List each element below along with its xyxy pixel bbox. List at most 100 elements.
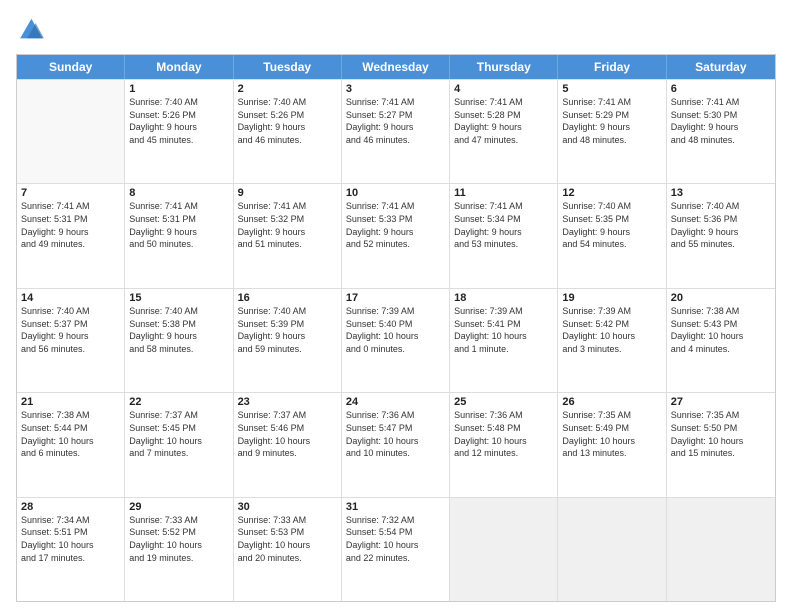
cell-info: Sunset: 5:31 PM <box>129 214 228 226</box>
empty-cell <box>17 80 125 183</box>
calendar-header: SundayMondayTuesdayWednesdayThursdayFrid… <box>17 55 775 79</box>
day-number: 20 <box>671 292 771 304</box>
cell-info: Sunrise: 7:35 AM <box>562 410 661 422</box>
cell-info: Sunrise: 7:39 AM <box>562 306 661 318</box>
cell-info: Sunrise: 7:40 AM <box>671 201 771 213</box>
day-number: 6 <box>671 83 771 95</box>
day-header-thursday: Thursday <box>450 55 558 79</box>
cell-info: Sunset: 5:37 PM <box>21 319 120 331</box>
cell-info: Sunset: 5:36 PM <box>671 214 771 226</box>
daylight-line2: and 1 minute. <box>454 344 553 356</box>
day-number: 18 <box>454 292 553 304</box>
day-number: 1 <box>129 83 228 95</box>
cell-info: Sunset: 5:48 PM <box>454 423 553 435</box>
daylight-line1: Daylight: 10 hours <box>346 540 445 552</box>
day-cell-7: 7Sunrise: 7:41 AMSunset: 5:31 PMDaylight… <box>17 184 125 287</box>
day-number: 19 <box>562 292 661 304</box>
cell-info: Sunrise: 7:41 AM <box>238 201 337 213</box>
daylight-line2: and 15 minutes. <box>671 448 771 460</box>
daylight-line2: and 48 minutes. <box>562 135 661 147</box>
cell-info: Sunrise: 7:41 AM <box>129 201 228 213</box>
cell-info: Sunset: 5:38 PM <box>129 319 228 331</box>
day-cell-6: 6Sunrise: 7:41 AMSunset: 5:30 PMDaylight… <box>667 80 775 183</box>
cell-info: Sunset: 5:31 PM <box>21 214 120 226</box>
day-number: 7 <box>21 187 120 199</box>
cell-info: Sunrise: 7:32 AM <box>346 515 445 527</box>
day-cell-27: 27Sunrise: 7:35 AMSunset: 5:50 PMDayligh… <box>667 393 775 496</box>
cell-info: Sunrise: 7:39 AM <box>346 306 445 318</box>
daylight-line1: Daylight: 10 hours <box>129 540 228 552</box>
daylight-line1: Daylight: 10 hours <box>21 436 120 448</box>
daylight-line2: and 22 minutes. <box>346 553 445 565</box>
day-number: 27 <box>671 396 771 408</box>
daylight-line1: Daylight: 10 hours <box>562 436 661 448</box>
cell-info: Sunrise: 7:34 AM <box>21 515 120 527</box>
cell-info: Sunrise: 7:36 AM <box>346 410 445 422</box>
calendar-row-3: 14Sunrise: 7:40 AMSunset: 5:37 PMDayligh… <box>17 288 775 392</box>
calendar-row-4: 21Sunrise: 7:38 AMSunset: 5:44 PMDayligh… <box>17 392 775 496</box>
day-number: 25 <box>454 396 553 408</box>
day-cell-29: 29Sunrise: 7:33 AMSunset: 5:52 PMDayligh… <box>125 498 233 601</box>
day-cell-14: 14Sunrise: 7:40 AMSunset: 5:37 PMDayligh… <box>17 289 125 392</box>
daylight-line2: and 13 minutes. <box>562 448 661 460</box>
cell-info: Sunrise: 7:41 AM <box>346 201 445 213</box>
day-cell-2: 2Sunrise: 7:40 AMSunset: 5:26 PMDaylight… <box>234 80 342 183</box>
cell-info: Sunset: 5:47 PM <box>346 423 445 435</box>
daylight-line2: and 46 minutes. <box>238 135 337 147</box>
daylight-line2: and 45 minutes. <box>129 135 228 147</box>
daylight-line1: Daylight: 9 hours <box>129 331 228 343</box>
day-cell-5: 5Sunrise: 7:41 AMSunset: 5:29 PMDaylight… <box>558 80 666 183</box>
page-container: SundayMondayTuesdayWednesdayThursdayFrid… <box>0 0 792 612</box>
daylight-line1: Daylight: 9 hours <box>454 122 553 134</box>
day-cell-20: 20Sunrise: 7:38 AMSunset: 5:43 PMDayligh… <box>667 289 775 392</box>
calendar-row-5: 28Sunrise: 7:34 AMSunset: 5:51 PMDayligh… <box>17 497 775 601</box>
cell-info: Sunset: 5:34 PM <box>454 214 553 226</box>
cell-info: Sunrise: 7:38 AM <box>671 306 771 318</box>
daylight-line1: Daylight: 9 hours <box>454 227 553 239</box>
day-cell-19: 19Sunrise: 7:39 AMSunset: 5:42 PMDayligh… <box>558 289 666 392</box>
day-cell-21: 21Sunrise: 7:38 AMSunset: 5:44 PMDayligh… <box>17 393 125 496</box>
daylight-line2: and 12 minutes. <box>454 448 553 460</box>
day-number: 26 <box>562 396 661 408</box>
cell-info: Sunrise: 7:40 AM <box>129 306 228 318</box>
day-cell-31: 31Sunrise: 7:32 AMSunset: 5:54 PMDayligh… <box>342 498 450 601</box>
day-number: 9 <box>238 187 337 199</box>
cell-info: Sunrise: 7:40 AM <box>238 306 337 318</box>
daylight-line2: and 53 minutes. <box>454 239 553 251</box>
day-header-wednesday: Wednesday <box>342 55 450 79</box>
cell-info: Sunrise: 7:41 AM <box>671 97 771 109</box>
day-cell-30: 30Sunrise: 7:33 AMSunset: 5:53 PMDayligh… <box>234 498 342 601</box>
cell-info: Sunset: 5:33 PM <box>346 214 445 226</box>
daylight-line1: Daylight: 10 hours <box>238 540 337 552</box>
daylight-line2: and 9 minutes. <box>238 448 337 460</box>
cell-info: Sunrise: 7:41 AM <box>21 201 120 213</box>
day-cell-18: 18Sunrise: 7:39 AMSunset: 5:41 PMDayligh… <box>450 289 558 392</box>
day-cell-10: 10Sunrise: 7:41 AMSunset: 5:33 PMDayligh… <box>342 184 450 287</box>
daylight-line1: Daylight: 9 hours <box>346 227 445 239</box>
daylight-line1: Daylight: 10 hours <box>346 331 445 343</box>
daylight-line2: and 17 minutes. <box>21 553 120 565</box>
header <box>16 16 776 44</box>
daylight-line2: and 48 minutes. <box>671 135 771 147</box>
day-cell-28: 28Sunrise: 7:34 AMSunset: 5:51 PMDayligh… <box>17 498 125 601</box>
cell-info: Sunset: 5:42 PM <box>562 319 661 331</box>
daylight-line1: Daylight: 9 hours <box>562 122 661 134</box>
cell-info: Sunrise: 7:33 AM <box>129 515 228 527</box>
day-number: 2 <box>238 83 337 95</box>
daylight-line1: Daylight: 10 hours <box>671 436 771 448</box>
daylight-line1: Daylight: 9 hours <box>129 227 228 239</box>
daylight-line1: Daylight: 10 hours <box>671 331 771 343</box>
cell-info: Sunrise: 7:40 AM <box>562 201 661 213</box>
daylight-line2: and 4 minutes. <box>671 344 771 356</box>
day-number: 3 <box>346 83 445 95</box>
cell-info: Sunrise: 7:41 AM <box>562 97 661 109</box>
day-header-saturday: Saturday <box>667 55 775 79</box>
day-number: 11 <box>454 187 553 199</box>
daylight-line1: Daylight: 10 hours <box>346 436 445 448</box>
day-cell-26: 26Sunrise: 7:35 AMSunset: 5:49 PMDayligh… <box>558 393 666 496</box>
cell-info: Sunset: 5:32 PM <box>238 214 337 226</box>
daylight-line1: Daylight: 9 hours <box>129 122 228 134</box>
cell-info: Sunset: 5:30 PM <box>671 110 771 122</box>
day-cell-4: 4Sunrise: 7:41 AMSunset: 5:28 PMDaylight… <box>450 80 558 183</box>
empty-cell <box>558 498 666 601</box>
